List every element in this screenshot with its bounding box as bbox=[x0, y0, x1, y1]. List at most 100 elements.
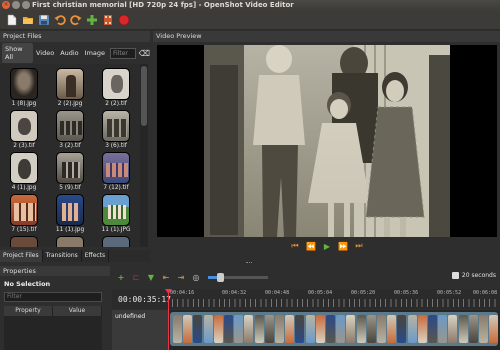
properties-table-body bbox=[4, 316, 102, 350]
preview-photo bbox=[204, 45, 450, 237]
close-window-icon[interactable]: × bbox=[2, 1, 10, 9]
file-label: 11 (1).jpg bbox=[55, 227, 85, 233]
clip-frame bbox=[417, 315, 427, 343]
next-marker-icon[interactable]: ⇥ bbox=[176, 272, 186, 282]
redo-icon[interactable] bbox=[70, 14, 82, 26]
clip-frame bbox=[275, 315, 284, 343]
file-item[interactable] bbox=[50, 236, 90, 247]
file-item[interactable]: 2 (2).jpg bbox=[50, 68, 90, 110]
tab-transitions[interactable]: Transitions bbox=[43, 250, 82, 262]
ruler-mark: 00:06:08 bbox=[473, 290, 498, 296]
clip-frame bbox=[387, 315, 397, 343]
filter-video[interactable]: Video bbox=[33, 47, 57, 59]
record-icon[interactable] bbox=[118, 14, 130, 26]
file-item[interactable]: 11 (1).jpg bbox=[50, 194, 90, 236]
file-item[interactable] bbox=[96, 236, 136, 247]
clip-frame bbox=[366, 315, 376, 343]
clip-frame bbox=[489, 315, 498, 343]
open-project-icon[interactable] bbox=[22, 14, 34, 26]
file-item[interactable]: 3 (2).tif bbox=[50, 110, 90, 152]
file-item[interactable]: 7 (12).tif bbox=[96, 152, 136, 194]
file-label: 3 (6).tif bbox=[105, 143, 127, 149]
zoom-level: 20 seconds bbox=[451, 272, 496, 279]
timeline-ruler[interactable]: 00:00:35:17 00:04:16 00:04:32 00:04:48 0… bbox=[112, 289, 500, 309]
jump-to-start-icon[interactable]: ⏮ bbox=[290, 241, 300, 251]
filter-show-all[interactable]: Show All bbox=[2, 43, 33, 63]
clip-frame bbox=[326, 315, 335, 343]
file-item[interactable]: 7 (15).tif bbox=[4, 194, 44, 236]
filter-audio[interactable]: Audio bbox=[57, 47, 81, 59]
file-item[interactable] bbox=[4, 236, 44, 247]
video-preview-area bbox=[157, 45, 497, 237]
panel-splitter[interactable] bbox=[246, 262, 252, 264]
file-thumbnail bbox=[10, 236, 38, 247]
filter-image[interactable]: Image bbox=[82, 47, 108, 59]
properties-filter-input[interactable]: Filter bbox=[4, 292, 102, 302]
save-project-icon[interactable] bbox=[38, 14, 50, 26]
file-item[interactable]: 4 (1).jpg bbox=[4, 152, 44, 194]
clip-frame bbox=[295, 315, 305, 343]
file-item[interactable]: 5 (9).tif bbox=[50, 152, 90, 194]
clear-filter-icon[interactable]: ⌫ bbox=[139, 49, 150, 58]
file-label: 2 (3).tif bbox=[13, 143, 35, 149]
maximize-window-icon[interactable] bbox=[22, 1, 30, 9]
column-value[interactable]: Value bbox=[53, 306, 102, 316]
previous-marker-icon[interactable]: ⇤ bbox=[161, 272, 171, 282]
file-label: 11 (1).JPG bbox=[101, 227, 131, 233]
file-item[interactable]: 2 (3).tif bbox=[4, 110, 44, 152]
clip-frame bbox=[315, 315, 325, 343]
jump-to-end-icon[interactable]: ⏭ bbox=[354, 241, 364, 251]
export-icon[interactable] bbox=[102, 14, 114, 26]
clip-frame bbox=[224, 315, 233, 343]
tab-project-files[interactable]: Project Files bbox=[0, 250, 43, 262]
playback-controls: ⏮ ⏪ ▶ ⏩ ⏭ bbox=[290, 241, 364, 251]
file-item[interactable]: 3 (6).tif bbox=[96, 110, 136, 152]
undo-icon[interactable] bbox=[54, 14, 66, 26]
file-label: 5 (9).tif bbox=[59, 185, 81, 191]
file-thumbnail bbox=[56, 68, 84, 100]
file-thumbnail bbox=[56, 152, 84, 184]
file-label: 2 (2).tif bbox=[105, 101, 127, 107]
file-label: 3 (2).tif bbox=[59, 143, 81, 149]
play-icon[interactable]: ▶ bbox=[322, 241, 332, 251]
clip-frame bbox=[407, 315, 417, 343]
rewind-icon[interactable]: ⏪ bbox=[306, 241, 316, 251]
playhead[interactable] bbox=[168, 289, 169, 350]
clip-strip[interactable] bbox=[170, 312, 498, 346]
ruler-mark: 00:05:04 bbox=[308, 290, 333, 296]
minimize-window-icon[interactable] bbox=[12, 1, 20, 9]
timeline-toolbar: + ⊏ ▼ ⇤ ⇥ ◎ 20 seconds bbox=[112, 268, 500, 286]
tab-effects[interactable]: Effects bbox=[82, 250, 110, 262]
file-item[interactable]: 11 (1).JPG bbox=[96, 194, 136, 236]
clip-frame bbox=[468, 315, 478, 343]
project-files-scrollbar[interactable] bbox=[140, 64, 148, 247]
add-track-icon[interactable]: + bbox=[116, 272, 126, 282]
title-bar: × First christian memorial [HD 720p 24 f… bbox=[0, 0, 500, 11]
zoom-out-icon[interactable]: ◎ bbox=[191, 272, 201, 282]
column-property[interactable]: Property bbox=[4, 306, 53, 316]
add-marker-icon[interactable]: ▼ bbox=[146, 272, 156, 282]
zoom-in-icon[interactable] bbox=[451, 272, 459, 279]
track-label[interactable]: undefined bbox=[112, 310, 168, 350]
clip-frame bbox=[458, 315, 468, 343]
fast-forward-icon[interactable]: ⏩ bbox=[338, 241, 348, 251]
clip-frame bbox=[183, 315, 193, 343]
clip-frame bbox=[336, 315, 346, 343]
file-thumbnail bbox=[10, 152, 38, 184]
timeline-track: undefined bbox=[112, 310, 500, 350]
file-item[interactable]: 1 (8).jpg bbox=[4, 68, 44, 110]
clip-frame bbox=[479, 315, 488, 343]
file-item[interactable]: 2 (2).tif bbox=[96, 68, 136, 110]
clip-frame bbox=[356, 315, 366, 343]
project-files-filter-input[interactable]: Filter bbox=[110, 47, 136, 59]
ruler-mark: 00:04:48 bbox=[265, 290, 290, 296]
new-project-icon[interactable] bbox=[6, 14, 18, 26]
ruler-mark: 00:05:52 bbox=[437, 290, 462, 296]
clip-frame bbox=[203, 315, 213, 343]
file-label: 4 (1).jpg bbox=[11, 185, 37, 191]
zoom-slider[interactable] bbox=[208, 272, 268, 282]
snap-icon[interactable]: ⊏ bbox=[131, 272, 141, 282]
file-thumbnail bbox=[10, 194, 38, 226]
clip-frame bbox=[305, 315, 315, 343]
add-file-icon[interactable] bbox=[86, 14, 98, 26]
